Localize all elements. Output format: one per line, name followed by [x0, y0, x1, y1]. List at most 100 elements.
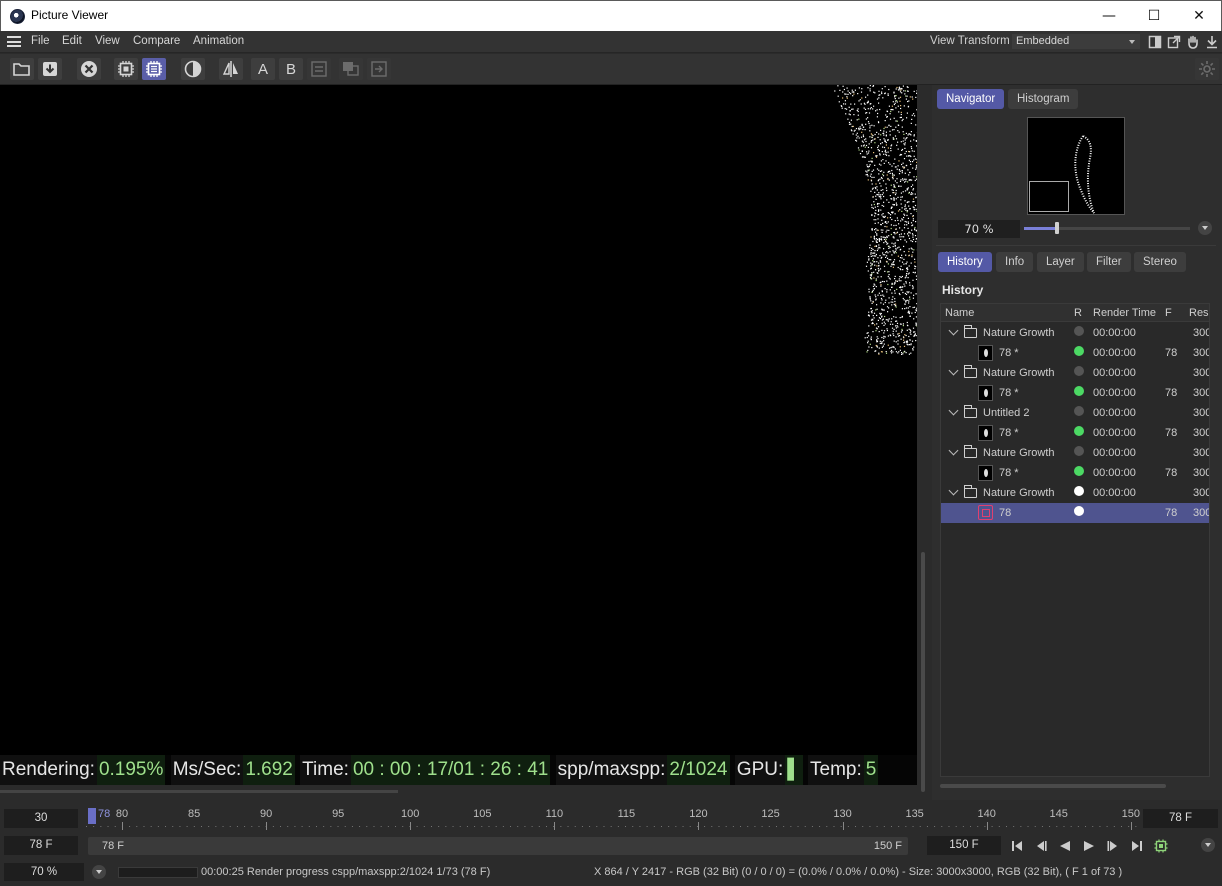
- timeline-ruler[interactable]: 78 80 85 90 95 100 105 110 115 120 125 130 135 140 14…: [86, 808, 1140, 832]
- open-file-button[interactable]: [10, 58, 34, 80]
- external-window-icon[interactable]: [1167, 35, 1181, 49]
- viewport-horizontal-scrollbar[interactable]: [0, 790, 398, 793]
- range-bar[interactable]: 78 F 150 F: [88, 837, 908, 855]
- column-f[interactable]: F: [1165, 307, 1172, 319]
- column-render-time[interactable]: Render Time: [1093, 307, 1156, 319]
- column-name[interactable]: Name: [945, 307, 974, 319]
- render-region-button[interactable]: [114, 58, 138, 80]
- compare-split-button[interactable]: [219, 58, 243, 80]
- viewport-vertical-scrollbar[interactable]: [921, 552, 925, 792]
- overlay-layers-button[interactable]: [339, 58, 363, 80]
- minimize-button[interactable]: —: [1086, 1, 1132, 31]
- history-folder-row[interactable]: Nature Growth 00:00:00 300: [941, 483, 1209, 503]
- timeline-frame-dots: [86, 826, 1138, 827]
- timeline-tick-label: 85: [187, 808, 201, 820]
- swap-icon: [311, 61, 327, 77]
- status-dot-icon: [1074, 486, 1084, 496]
- history-list[interactable]: Name R Render Time F Reso Nature Growth 0…: [940, 303, 1210, 777]
- status-zoom-field[interactable]: 70 %: [4, 863, 84, 881]
- history-folder-row[interactable]: Nature Growth 00:00:00 300: [941, 323, 1209, 343]
- range-end-field[interactable]: 150 F: [927, 836, 1001, 855]
- tab-layer[interactable]: Layer: [1037, 252, 1084, 272]
- history-image-row[interactable]: 78 * 00:00:00 78 300: [941, 423, 1209, 443]
- zoom-slider-handle[interactable]: [1055, 222, 1060, 234]
- status-zoom-dropdown[interactable]: [92, 865, 106, 879]
- timeline-playhead[interactable]: [88, 808, 96, 824]
- tab-navigator[interactable]: Navigator: [937, 89, 1005, 109]
- chevron-down-icon[interactable]: [948, 325, 959, 336]
- timeline-tick-label: 150: [1121, 808, 1140, 820]
- go-to-start-button[interactable]: [1008, 838, 1026, 854]
- column-resolution[interactable]: Reso: [1189, 307, 1209, 319]
- history-folder-row[interactable]: Nature Growth 00:00:00 300: [941, 363, 1209, 383]
- zoom-dropdown-button[interactable]: [1198, 221, 1212, 235]
- previous-frame-button[interactable]: [1032, 838, 1050, 854]
- zoom-field[interactable]: 70 %: [938, 220, 1020, 238]
- step-forward-icon: [1107, 841, 1117, 851]
- hand-pan-icon[interactable]: [1186, 35, 1200, 49]
- history-image-row[interactable]: 78 * 00:00:00 78 300: [941, 463, 1209, 483]
- chevron-down-icon[interactable]: [948, 405, 959, 416]
- settings-button[interactable]: [1195, 58, 1219, 80]
- window-title: Picture Viewer: [31, 8, 109, 22]
- menu-animation[interactable]: Animation: [193, 35, 244, 47]
- render-frames-button[interactable]: [1152, 838, 1170, 854]
- history-render-time: 00:00:00: [1093, 367, 1136, 379]
- range-bar-start-label: 78 F: [102, 840, 125, 852]
- menu-edit[interactable]: Edit: [62, 35, 82, 47]
- stop-render-button[interactable]: [77, 58, 101, 80]
- status-dot-icon: [1074, 386, 1084, 396]
- go-to-end-button[interactable]: [1128, 838, 1146, 854]
- view-transform-select[interactable]: Embedded: [1012, 34, 1140, 49]
- timeline-tick-label: 110: [545, 808, 564, 820]
- step-back-icon: [1037, 841, 1047, 851]
- hud-spp-label: spp/maxspp:: [555, 755, 668, 785]
- status-dot-icon: [1074, 446, 1084, 456]
- menu-file[interactable]: File: [31, 35, 50, 47]
- timeline-major-tick: [122, 822, 124, 830]
- chevron-down-icon[interactable]: [948, 485, 959, 496]
- chevron-down-icon[interactable]: [948, 445, 959, 456]
- status-dot-icon: [1074, 326, 1084, 336]
- playback-options-dropdown[interactable]: [1201, 838, 1215, 852]
- hamburger-menu-icon[interactable]: [7, 36, 21, 47]
- maximize-button[interactable]: ☐: [1131, 1, 1177, 31]
- hud-temp-label: Temp:: [808, 755, 864, 785]
- render-viewport[interactable]: Rendering: 0.195% Ms/Sec: 1.692 Time: 00 : …: [0, 85, 917, 785]
- tab-histogram[interactable]: Histogram: [1008, 89, 1079, 109]
- save-file-button[interactable]: [38, 58, 62, 80]
- contrast-toggle-button[interactable]: [181, 58, 205, 80]
- compare-a-button[interactable]: A: [251, 58, 275, 80]
- next-frame-button[interactable]: [1104, 838, 1122, 854]
- compare-b-button[interactable]: B: [279, 58, 303, 80]
- history-image-row[interactable]: 78 78 300: [941, 503, 1209, 523]
- range-start-field[interactable]: 78 F: [4, 836, 78, 855]
- history-image-row[interactable]: 78 * 00:00:00 78 300: [941, 383, 1209, 403]
- history-frame: 78: [1165, 387, 1178, 399]
- zoom-slider[interactable]: [1024, 222, 1190, 234]
- play-backward-button[interactable]: [1056, 838, 1074, 854]
- panel-layout-icon[interactable]: [1148, 35, 1162, 49]
- history-folder-row[interactable]: Untitled 2 00:00:00 300: [941, 403, 1209, 423]
- pin-down-icon[interactable]: [1205, 35, 1219, 49]
- menu-view[interactable]: View: [95, 35, 120, 47]
- history-horizontal-scrollbar[interactable]: [940, 784, 1166, 788]
- play-forward-button[interactable]: [1080, 838, 1098, 854]
- history-image-row[interactable]: 78 * 00:00:00 78 300: [941, 343, 1209, 363]
- close-button[interactable]: ✕: [1176, 1, 1222, 31]
- render-active-button[interactable]: [142, 58, 166, 80]
- tab-filter[interactable]: Filter: [1087, 252, 1131, 272]
- timeline-start-field[interactable]: 30: [4, 809, 78, 828]
- tab-stereo[interactable]: Stereo: [1134, 252, 1186, 272]
- tab-history[interactable]: History: [938, 252, 992, 272]
- swap-ab-button[interactable]: [307, 58, 331, 80]
- export-button[interactable]: [367, 58, 391, 80]
- column-r[interactable]: R: [1074, 307, 1082, 319]
- history-folder-row[interactable]: Nature Growth 00:00:00 300: [941, 443, 1209, 463]
- menu-compare[interactable]: Compare: [133, 35, 180, 47]
- timeline-end-field[interactable]: 78 F: [1143, 809, 1218, 828]
- timeline-tick-label: 105: [473, 808, 492, 820]
- chevron-down-icon[interactable]: [948, 365, 959, 376]
- navigator-view-rectangle[interactable]: [1029, 181, 1069, 212]
- tab-info[interactable]: Info: [996, 252, 1034, 272]
